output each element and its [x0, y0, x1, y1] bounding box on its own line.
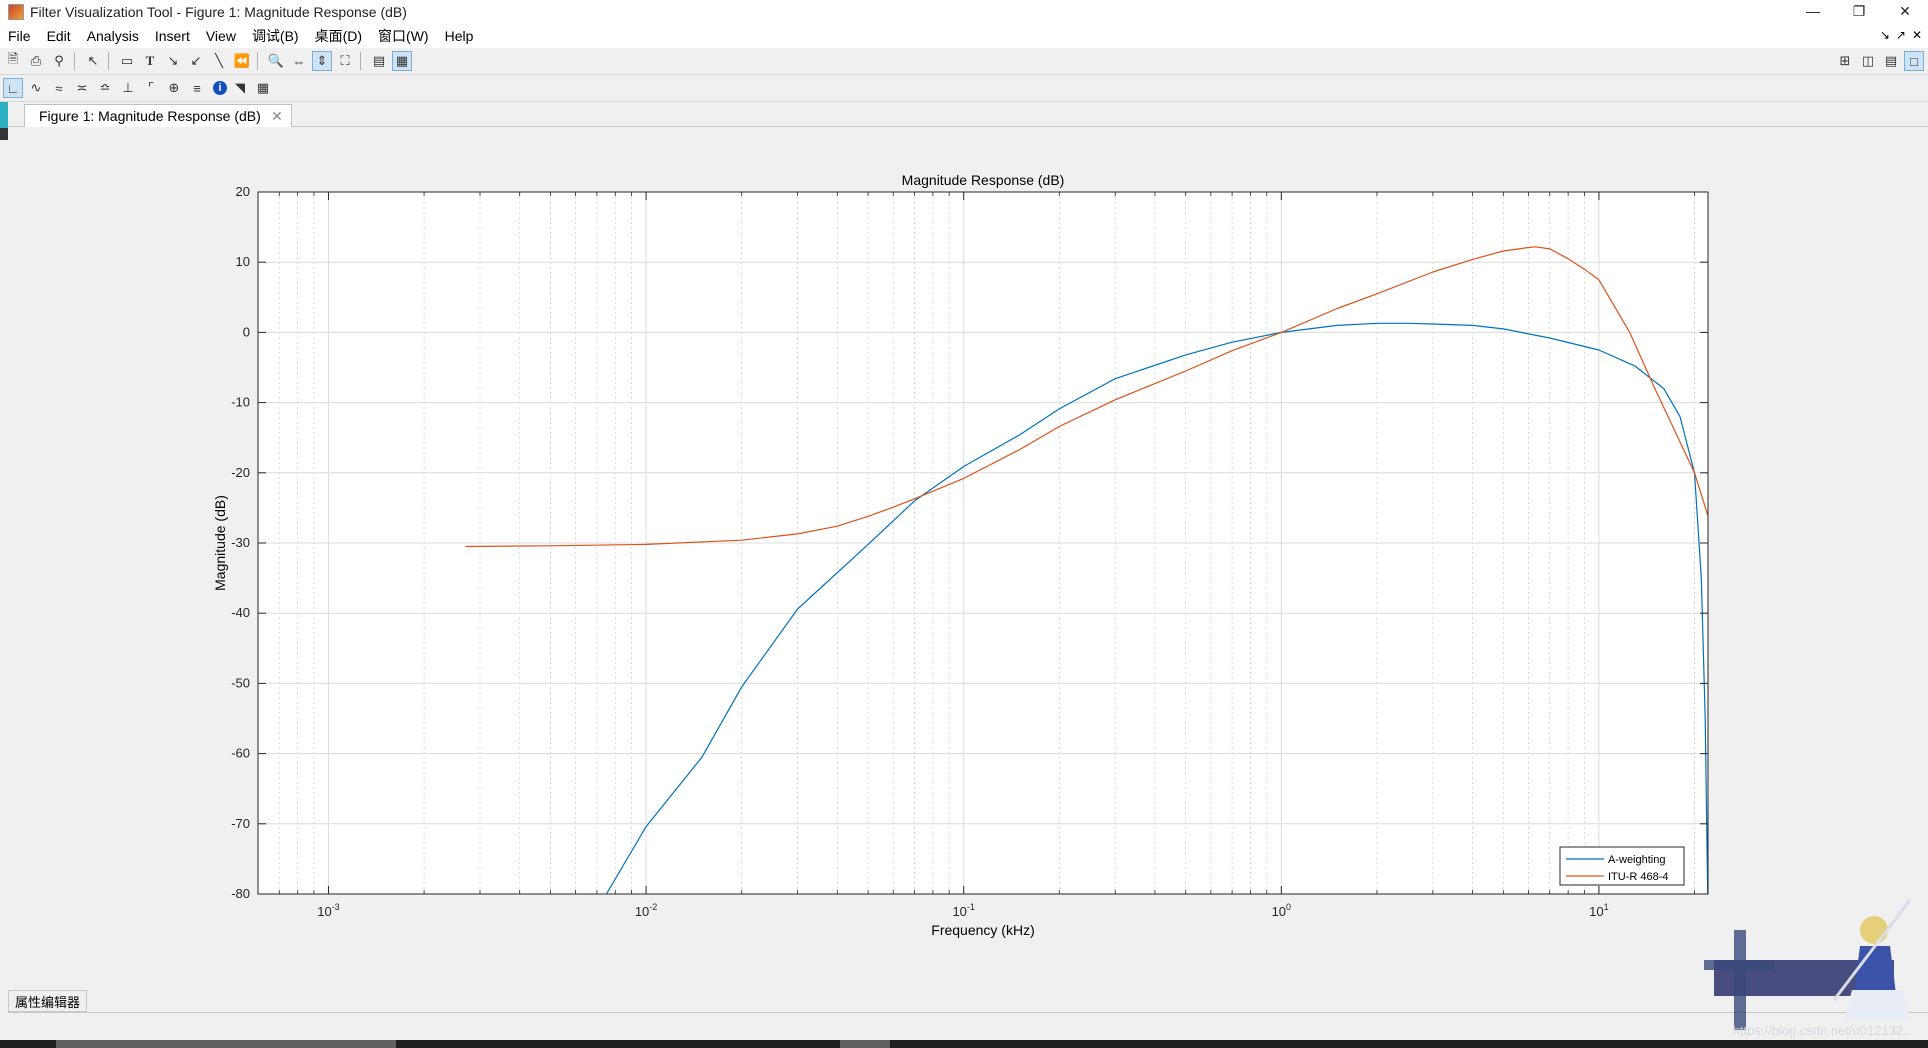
phase-response-icon[interactable]: ∿: [26, 78, 46, 98]
y-tick-label: -10: [231, 395, 250, 410]
group-delay-icon[interactable]: ≍: [72, 78, 92, 98]
close-button[interactable]: ✕: [1882, 0, 1928, 22]
toolbar-divider: [74, 52, 75, 70]
info-icon[interactable]: i: [213, 81, 227, 95]
line-icon[interactable]: ╲: [209, 51, 229, 71]
toolbar-divider: [257, 52, 258, 70]
legend-label-a-weighting: A-weighting: [1608, 854, 1665, 866]
taskbar-item[interactable]: [840, 1040, 890, 1048]
pole-zero-icon[interactable]: ⊕: [164, 78, 184, 98]
grid-icon[interactable]: ▦: [392, 51, 412, 71]
taskbar-item[interactable]: [56, 1040, 396, 1048]
x-tick-label: 100: [1272, 902, 1291, 919]
zoom-y-icon[interactable]: ⇕: [312, 51, 332, 71]
zoom-x-icon[interactable]: ⇔: [289, 51, 309, 71]
menu-window[interactable]: 窗口(W): [370, 26, 437, 46]
y-tick-label: -50: [231, 675, 250, 690]
toolbar-divider: [108, 52, 109, 70]
menu-edit[interactable]: Edit: [39, 28, 79, 44]
bottom-divider: [8, 1012, 1928, 1013]
tile-columns-icon[interactable]: ◫: [1858, 51, 1878, 71]
x-tick-label: 10-2: [635, 902, 657, 919]
menu-help[interactable]: Help: [437, 28, 482, 44]
menu-analysis[interactable]: Analysis: [79, 28, 147, 44]
property-editor-label: 属性编辑器: [15, 994, 81, 1010]
tile-rows-icon[interactable]: ▤: [1881, 51, 1901, 71]
y-axis-label: Magnitude (dB): [212, 495, 228, 591]
legend-label-itu-r: ITU-R 468-4: [1608, 871, 1669, 883]
figure-tab-bar: Figure 1: Magnitude Response (dB) ✕: [0, 102, 1928, 127]
legend-icon[interactable]: ▤: [369, 51, 389, 71]
app-icon: [8, 4, 24, 20]
tile-grid-icon[interactable]: ⊞: [1835, 51, 1855, 71]
coefficients-icon[interactable]: ≡: [187, 78, 207, 98]
print-preview-icon[interactable]: ⚲: [49, 51, 69, 71]
y-tick-label: 10: [236, 254, 250, 269]
watermark-image: [1704, 899, 1912, 1030]
menu-bar: File Edit Analysis Insert View 调试(B) 桌面(…: [0, 24, 1928, 48]
x-tick-labels: 10-3 10-2 10-1 100 101: [317, 902, 1608, 919]
toolbar-divider: [360, 52, 361, 70]
undock-icon[interactable]: ↘: [1880, 28, 1890, 42]
step-response-icon[interactable]: ⌜: [141, 78, 161, 98]
pin-icon[interactable]: ⏪: [232, 51, 252, 71]
rectangle-icon[interactable]: ▭: [117, 51, 137, 71]
y-tick-labels: 20 10 0 -10 -20 -30 -40 -50 -60 -70 -80: [231, 184, 250, 901]
figure-canvas[interactable]: 20 10 0 -10 -20 -30 -40 -50 -60 -70 -80 10-3 10-2 10…: [8, 127, 1928, 997]
chart-title: Magnitude Response (dB): [902, 172, 1065, 188]
tab-close-icon[interactable]: ✕: [271, 108, 283, 125]
window-title: Filter Visualization Tool - Figure 1: Ma…: [30, 4, 407, 20]
y-tick-label: -20: [231, 465, 250, 480]
magnitude-response-icon[interactable]: ∟: [3, 78, 23, 98]
watermark-url: https://blog.csdn.net/u012132...: [1732, 1023, 1914, 1038]
arrow-icon[interactable]: ↘: [163, 51, 183, 71]
restore-button[interactable]: ❐: [1836, 0, 1882, 22]
x-axis-label: Frequency (kHz): [931, 922, 1034, 938]
x-tick-label: 10-1: [952, 902, 974, 919]
filter-spec-icon[interactable]: ◥: [230, 78, 250, 98]
magnitude-phase-icon[interactable]: ≈: [49, 78, 69, 98]
menu-debug[interactable]: 调试(B): [244, 26, 307, 46]
text-icon[interactable]: T: [140, 51, 160, 71]
response-chart-icon[interactable]: ▦: [253, 78, 273, 98]
close-figure-icon[interactable]: ✕: [1912, 28, 1922, 42]
analysis-toolbar: ∟ ∿ ≈ ≍ ≏ ⊥ ⌜ ⊕ ≡ i ◥ ▦: [0, 75, 1928, 102]
y-tick-label: -30: [231, 535, 250, 550]
menu-insert[interactable]: Insert: [147, 28, 198, 44]
taskbar: [0, 1040, 1928, 1048]
menu-desktop[interactable]: 桌面(D): [307, 26, 370, 46]
property-editor-tab[interactable]: 属性编辑器: [8, 990, 88, 1012]
menu-file[interactable]: File: [0, 28, 39, 44]
y-tick-label: -70: [231, 816, 250, 831]
y-tick-label: -40: [231, 605, 250, 620]
y-tick-label: 0: [243, 324, 250, 339]
title-bar: Filter Visualization Tool - Figure 1: Ma…: [0, 0, 1928, 24]
y-tick-label: -60: [231, 746, 250, 761]
new-file-icon[interactable]: 🗎: [3, 51, 23, 71]
legend: A-weighting ITU-R 468-4: [1559, 846, 1685, 886]
single-view-icon[interactable]: □: [1904, 51, 1924, 71]
figure-dock-controls: ↘ ↗ ✕: [1880, 28, 1922, 42]
menu-view[interactable]: View: [198, 28, 244, 44]
double-arrow-icon[interactable]: ↙: [186, 51, 206, 71]
main-toolbar: 🗎 ⎙ ⚲ ↖ ▭ T ↘ ↙ ╲ ⏪ 🔍 ⇔ ⇕ ⛶ ▤ ▦ ⊞ ◫ ▤ □: [0, 48, 1928, 75]
x-tick-label: 101: [1589, 902, 1608, 919]
window-controls: — ❐ ✕: [1790, 0, 1928, 22]
phase-delay-icon[interactable]: ≏: [95, 78, 115, 98]
select-arrow-icon[interactable]: ↖: [83, 51, 103, 71]
print-icon[interactable]: ⎙: [26, 51, 46, 71]
magnitude-response-chart[interactable]: 20100-10-20-30-40-50-60-70-80 10-3 10-2 10…: [8, 127, 1928, 997]
full-view-icon[interactable]: ⛶: [335, 51, 355, 71]
y-tick-label: -80: [231, 886, 250, 901]
zoom-in-icon[interactable]: 🔍: [266, 51, 286, 71]
dock-icon[interactable]: ↗: [1896, 28, 1906, 42]
impulse-response-icon[interactable]: ⊥: [118, 78, 138, 98]
tab-figure-1[interactable]: Figure 1: Magnitude Response (dB) ✕: [24, 104, 292, 127]
x-tick-label: 10-3: [317, 902, 339, 919]
left-edge-accent: [0, 102, 8, 128]
y-tick-label: 20: [236, 184, 250, 199]
minimize-button[interactable]: —: [1790, 0, 1836, 22]
layout-buttons: ⊞ ◫ ▤ □: [1832, 51, 1924, 71]
tab-label: Figure 1: Magnitude Response (dB): [39, 108, 261, 124]
